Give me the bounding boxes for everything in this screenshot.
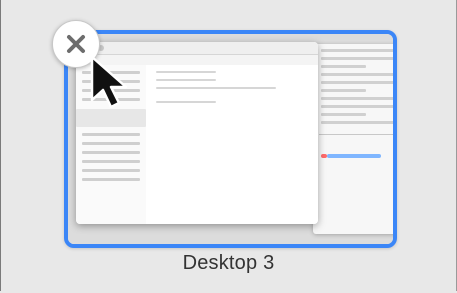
mission-control-desktop-tile: Desktop 3: [0, 0, 457, 291]
desktop-label: Desktop 3: [182, 252, 275, 274]
window-content-preview: [146, 65, 318, 224]
arrow-cursor-icon: [90, 55, 128, 109]
background-window-preview: [313, 44, 393, 234]
